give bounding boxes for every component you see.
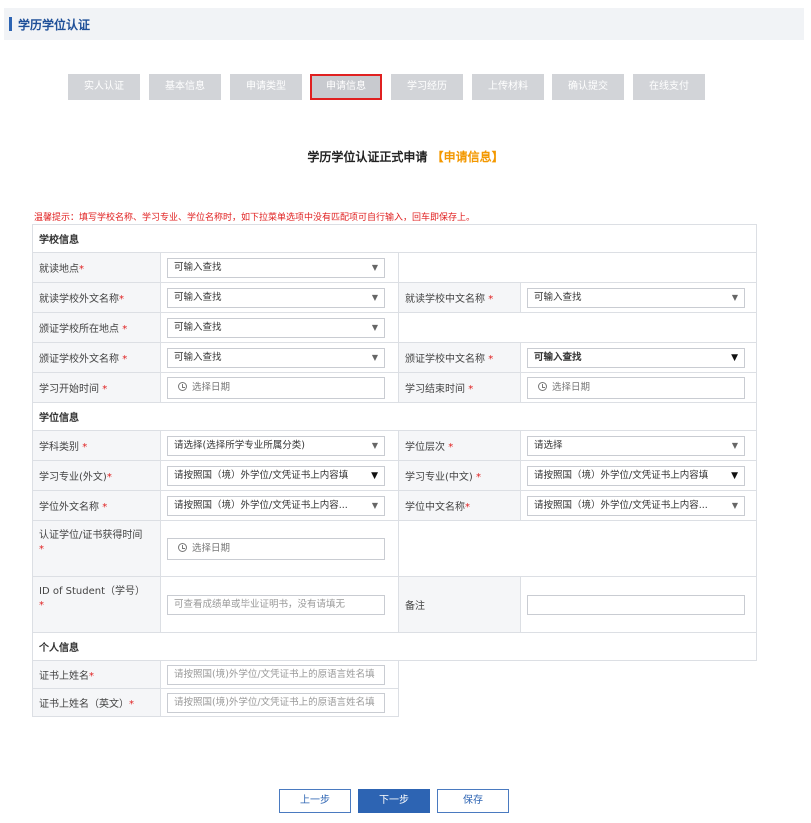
application-form: 学校信息 就读地点* 可输入查找 ▼ 就读学校外文名称* 可输入查找 ▼ 就读学校中… xyxy=(32,224,757,717)
section-degree-info: 学位信息 xyxy=(32,402,757,431)
degree-obtained-date[interactable]: 选择日期 xyxy=(167,537,385,560)
form-title-sub: 【申请信息】 xyxy=(431,150,504,164)
page-header: 学历学位认证 xyxy=(4,8,804,40)
next-button[interactable]: 下一步 xyxy=(358,789,430,813)
label-degree-obtained: 认证学位/证书获得时间 * xyxy=(32,520,161,577)
label-study-start: 学习开始时间 * xyxy=(32,372,161,403)
label-degree-chinese: 学位中文名称* xyxy=(398,490,521,521)
step-confirm-submit[interactable]: 确认提交 xyxy=(552,74,624,100)
section-school-info: 学校信息 xyxy=(32,224,757,253)
subject-category-select[interactable]: 请选择(选择所学专业所属分类) ▼ xyxy=(167,435,385,456)
surname-cert-input[interactable]: 请按照国(境)外学位/文凭证书上的原语言姓名填 xyxy=(167,664,385,685)
issuer-chinese-select[interactable]: 可输入查找 ▼ xyxy=(527,347,745,368)
label-degree-level: 学位层次 * xyxy=(398,430,521,461)
label-major-foreign: 学习专业(外文)* xyxy=(32,460,161,491)
label-student-id: ID of Student（学号） * xyxy=(32,576,161,633)
label-major-chinese: 学习专业(中文) * xyxy=(398,460,521,491)
step-application-type[interactable]: 申请类型 xyxy=(230,74,302,100)
label-issuer-chinese: 颁证学校中文名称 * xyxy=(398,342,521,373)
section-personal-info: 个人信息 xyxy=(32,632,757,661)
step-upload-materials[interactable]: 上传材料 xyxy=(472,74,544,100)
clock-icon xyxy=(538,381,547,391)
school-chinese-select[interactable]: 可输入查找 ▼ xyxy=(527,287,745,308)
label-degree-foreign: 学位外文名称 * xyxy=(32,490,161,521)
label-remarks: 备注 xyxy=(398,576,521,633)
issuer-foreign-select[interactable]: 可输入查找 ▼ xyxy=(167,347,385,368)
save-button[interactable]: 保存 xyxy=(437,789,509,813)
form-title: 学历学位认证正式申请 【申请信息】 xyxy=(0,148,811,165)
label-school-chinese: 就读学校中文名称 * xyxy=(398,282,521,313)
prev-button[interactable]: 上一步 xyxy=(279,789,351,813)
step-real-person-auth[interactable]: 实人认证 xyxy=(68,74,140,100)
label-study-end: 学习结束时间 * xyxy=(398,372,521,403)
label-issuer-location: 颁证学校所在地点 * xyxy=(32,312,161,343)
surname-en-input[interactable]: 请按照国(境)外学位/文凭证书上的原语言姓名填 xyxy=(167,692,385,713)
study-location-select[interactable]: 可输入查找 ▼ xyxy=(167,257,385,278)
study-start-date[interactable]: 选择日期 xyxy=(167,376,385,399)
step-application-info[interactable]: 申请信息 xyxy=(310,74,382,100)
clock-icon xyxy=(178,542,187,552)
student-id-input[interactable]: 可查看成绩单或毕业证明书，没有请填无 xyxy=(167,594,385,615)
study-end-date[interactable]: 选择日期 xyxy=(527,376,745,399)
label-study-location: 就读地点* xyxy=(32,252,161,283)
step-online-payment[interactable]: 在线支付 xyxy=(633,74,705,100)
step-basic-info[interactable]: 基本信息 xyxy=(149,74,221,100)
label-school-foreign: 就读学校外文名称* xyxy=(32,282,161,313)
header-accent-bar xyxy=(9,17,12,31)
major-foreign-select[interactable]: 请按照国（境）外学位/文凭证书上内容填 ▼ xyxy=(167,465,385,486)
form-title-main: 学历学位认证正式申请 xyxy=(307,150,428,164)
label-surname-en: 证书上姓名（英文）* xyxy=(32,688,161,717)
label-subject-category: 学科类别 * xyxy=(32,430,161,461)
major-chinese-select[interactable]: 请按照国（境）外学位/文凭证书上内容填 ▼ xyxy=(527,465,745,486)
label-surname-cert: 证书上姓名* xyxy=(32,660,161,689)
issuer-location-select[interactable]: 可输入查找 ▼ xyxy=(167,317,385,338)
step-study-history[interactable]: 学习经历 xyxy=(391,74,463,100)
remarks-input[interactable] xyxy=(527,594,745,615)
page-title: 学历学位认证 xyxy=(18,18,91,32)
degree-foreign-select[interactable]: 请按照国（境）外学位/文凭证书上内容... ▼ xyxy=(167,495,385,516)
school-foreign-select[interactable]: 可输入查找 ▼ xyxy=(167,287,385,308)
degree-level-select[interactable]: 请选择 ▼ xyxy=(527,435,745,456)
label-issuer-foreign: 颁证学校外文名称 * xyxy=(32,342,161,373)
warm-tip: 温馨提示：填写学校名称、学习专业、学位名称时，如下拉菜单选项中没有匹配项可自行输… xyxy=(34,213,476,223)
degree-chinese-select[interactable]: 请按照国（境）外学位/文凭证书上内容... ▼ xyxy=(527,495,745,516)
clock-icon xyxy=(178,381,187,391)
